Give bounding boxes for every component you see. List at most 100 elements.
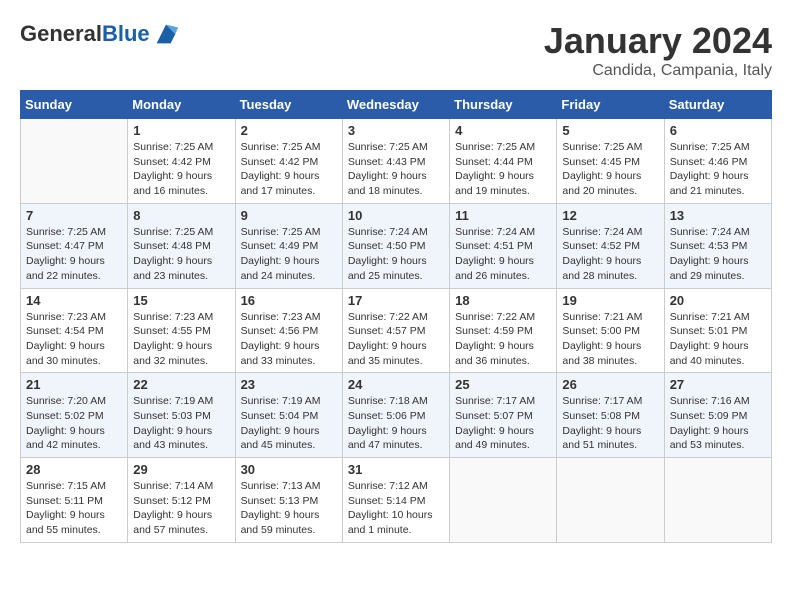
- day-info: Sunrise: 7:17 AMSunset: 5:07 PMDaylight:…: [455, 394, 551, 453]
- day-number: 25: [455, 377, 551, 392]
- calendar-cell: 3Sunrise: 7:25 AMSunset: 4:43 PMDaylight…: [342, 119, 449, 204]
- day-info: Sunrise: 7:21 AMSunset: 5:01 PMDaylight:…: [670, 310, 766, 369]
- day-info: Sunrise: 7:24 AMSunset: 4:51 PMDaylight:…: [455, 225, 551, 284]
- calendar-cell: 25 Sunrise: 7:17 AMSunset: 5:07 PMDayligh…: [450, 373, 557, 458]
- day-info: Sunrise: 7:24 AMSunset: 4:53 PMDaylight:…: [670, 225, 766, 284]
- day-number: 10: [348, 208, 444, 223]
- location-title: Candida, Campania, Italy: [544, 62, 772, 80]
- day-number: 12: [562, 208, 658, 223]
- calendar-cell: 1 Sunrise: 7:25 AMSunset: 4:42 PMDaylight…: [128, 119, 235, 204]
- calendar-cell: 21 Sunrise: 7:20 AMSunset: 5:02 PMDayligh…: [21, 373, 128, 458]
- day-info: Sunrise: 7:24 AMSunset: 4:52 PMDaylight:…: [562, 225, 658, 284]
- calendar-cell: 2 Sunrise: 7:25 AMSunset: 4:42 PMDaylight…: [235, 119, 342, 204]
- calendar-cell: 13 Sunrise: 7:24 AMSunset: 4:53 PMDayligh…: [664, 203, 771, 288]
- day-info: Sunrise: 7:12 AMSunset: 5:14 PMDaylight:…: [348, 479, 444, 538]
- calendar-cell: 16Sunrise: 7:23 AMSunset: 4:56 PMDayligh…: [235, 288, 342, 373]
- day-number: 23: [241, 377, 337, 392]
- day-number: 13: [670, 208, 766, 223]
- calendar-week-row: 7 Sunrise: 7:25 AMSunset: 4:47 PMDaylight…: [21, 203, 772, 288]
- day-info: Sunrise: 7:22 AMSunset: 4:59 PMDaylight:…: [455, 310, 551, 369]
- calendar-cell: 20 Sunrise: 7:21 AMSunset: 5:01 PMDayligh…: [664, 288, 771, 373]
- day-number: 5: [562, 123, 658, 138]
- calendar-cell: 23Sunrise: 7:19 AMSunset: 5:04 PMDayligh…: [235, 373, 342, 458]
- day-info: Sunrise: 7:25 AMSunset: 4:48 PMDaylight:…: [133, 225, 229, 284]
- day-info: Sunrise: 7:25 AMSunset: 4:46 PMDaylight:…: [670, 140, 766, 199]
- day-info: Sunrise: 7:18 AMSunset: 5:06 PMDaylight:…: [348, 394, 444, 453]
- day-of-week-header: Tuesday: [235, 91, 342, 119]
- day-number: 19: [562, 293, 658, 308]
- calendar-cell: 24Sunrise: 7:18 AMSunset: 5:06 PMDayligh…: [342, 373, 449, 458]
- day-info: Sunrise: 7:25 AMSunset: 4:43 PMDaylight:…: [348, 140, 444, 199]
- calendar-cell: [450, 458, 557, 543]
- day-number: 22: [133, 377, 229, 392]
- calendar-cell: 9Sunrise: 7:25 AMSunset: 4:49 PMDaylight…: [235, 203, 342, 288]
- calendar-cell: 29 Sunrise: 7:14 AMSunset: 5:12 PMDayligh…: [128, 458, 235, 543]
- calendar-header-row: SundayMondayTuesdayWednesdayThursdayFrid…: [21, 91, 772, 119]
- day-number: 1: [133, 123, 229, 138]
- logo-blue-text: Blue: [102, 21, 150, 46]
- day-number: 14: [26, 293, 122, 308]
- day-info: Sunrise: 7:25 AMSunset: 4:42 PMDaylight:…: [133, 140, 229, 199]
- day-number: 26: [562, 377, 658, 392]
- calendar-cell: 12 Sunrise: 7:24 AMSunset: 4:52 PMDayligh…: [557, 203, 664, 288]
- calendar-week-row: 21 Sunrise: 7:20 AMSunset: 5:02 PMDayligh…: [21, 373, 772, 458]
- calendar-cell: 7 Sunrise: 7:25 AMSunset: 4:47 PMDaylight…: [21, 203, 128, 288]
- day-number: 29: [133, 462, 229, 477]
- calendar-cell: 22 Sunrise: 7:19 AMSunset: 5:03 PMDayligh…: [128, 373, 235, 458]
- day-info: Sunrise: 7:25 AMSunset: 4:49 PMDaylight:…: [241, 225, 337, 284]
- day-number: 2: [241, 123, 337, 138]
- day-number: 28: [26, 462, 122, 477]
- title-block: January 2024 Candida, Campania, Italy: [544, 20, 772, 80]
- calendar-cell: [664, 458, 771, 543]
- logo: GeneralBlue: [20, 20, 180, 48]
- day-number: 7: [26, 208, 122, 223]
- calendar-cell: 19 Sunrise: 7:21 AMSunset: 5:00 PMDayligh…: [557, 288, 664, 373]
- day-info: Sunrise: 7:19 AMSunset: 5:03 PMDaylight:…: [133, 394, 229, 453]
- day-number: 31: [348, 462, 444, 477]
- day-number: 4: [455, 123, 551, 138]
- logo-general-text: General: [20, 21, 102, 46]
- day-info: Sunrise: 7:20 AMSunset: 5:02 PMDaylight:…: [26, 394, 122, 453]
- day-of-week-header: Saturday: [664, 91, 771, 119]
- day-number: 21: [26, 377, 122, 392]
- calendar-cell: 5 Sunrise: 7:25 AMSunset: 4:45 PMDaylight…: [557, 119, 664, 204]
- day-info: Sunrise: 7:25 AMSunset: 4:42 PMDaylight:…: [241, 140, 337, 199]
- calendar-cell: 27Sunrise: 7:16 AMSunset: 5:09 PMDayligh…: [664, 373, 771, 458]
- day-info: Sunrise: 7:21 AMSunset: 5:00 PMDaylight:…: [562, 310, 658, 369]
- page-header: GeneralBlue January 2024 Candida, Campan…: [20, 20, 772, 80]
- day-info: Sunrise: 7:15 AMSunset: 5:11 PMDaylight:…: [26, 479, 122, 538]
- day-number: 11: [455, 208, 551, 223]
- calendar-cell: [21, 119, 128, 204]
- calendar-cell: 28 Sunrise: 7:15 AMSunset: 5:11 PMDayligh…: [21, 458, 128, 543]
- calendar-cell: 15Sunrise: 7:23 AMSunset: 4:55 PMDayligh…: [128, 288, 235, 373]
- day-info: Sunrise: 7:25 AMSunset: 4:47 PMDaylight:…: [26, 225, 122, 284]
- day-of-week-header: Monday: [128, 91, 235, 119]
- day-info: Sunrise: 7:16 AMSunset: 5:09 PMDaylight:…: [670, 394, 766, 453]
- calendar-cell: 4Sunrise: 7:25 AMSunset: 4:44 PMDaylight…: [450, 119, 557, 204]
- calendar-cell: 14 Sunrise: 7:23 AMSunset: 4:54 PMDayligh…: [21, 288, 128, 373]
- day-number: 20: [670, 293, 766, 308]
- day-info: Sunrise: 7:25 AMSunset: 4:45 PMDaylight:…: [562, 140, 658, 199]
- day-of-week-header: Thursday: [450, 91, 557, 119]
- calendar-cell: 10Sunrise: 7:24 AMSunset: 4:50 PMDayligh…: [342, 203, 449, 288]
- calendar-cell: 17Sunrise: 7:22 AMSunset: 4:57 PMDayligh…: [342, 288, 449, 373]
- day-number: 6: [670, 123, 766, 138]
- day-info: Sunrise: 7:17 AMSunset: 5:08 PMDaylight:…: [562, 394, 658, 453]
- day-number: 15: [133, 293, 229, 308]
- day-number: 30: [241, 462, 337, 477]
- calendar-cell: 26 Sunrise: 7:17 AMSunset: 5:08 PMDayligh…: [557, 373, 664, 458]
- day-of-week-header: Sunday: [21, 91, 128, 119]
- day-info: Sunrise: 7:23 AMSunset: 4:54 PMDaylight:…: [26, 310, 122, 369]
- calendar-cell: 6 Sunrise: 7:25 AMSunset: 4:46 PMDaylight…: [664, 119, 771, 204]
- calendar-cell: 18 Sunrise: 7:22 AMSunset: 4:59 PMDayligh…: [450, 288, 557, 373]
- day-of-week-header: Friday: [557, 91, 664, 119]
- day-info: Sunrise: 7:22 AMSunset: 4:57 PMDaylight:…: [348, 310, 444, 369]
- day-of-week-header: Wednesday: [342, 91, 449, 119]
- calendar-week-row: 1 Sunrise: 7:25 AMSunset: 4:42 PMDaylight…: [21, 119, 772, 204]
- calendar-week-row: 28 Sunrise: 7:15 AMSunset: 5:11 PMDayligh…: [21, 458, 772, 543]
- logo-icon: [152, 20, 180, 48]
- calendar-cell: [557, 458, 664, 543]
- day-info: Sunrise: 7:13 AMSunset: 5:13 PMDaylight:…: [241, 479, 337, 538]
- day-info: Sunrise: 7:14 AMSunset: 5:12 PMDaylight:…: [133, 479, 229, 538]
- day-number: 18: [455, 293, 551, 308]
